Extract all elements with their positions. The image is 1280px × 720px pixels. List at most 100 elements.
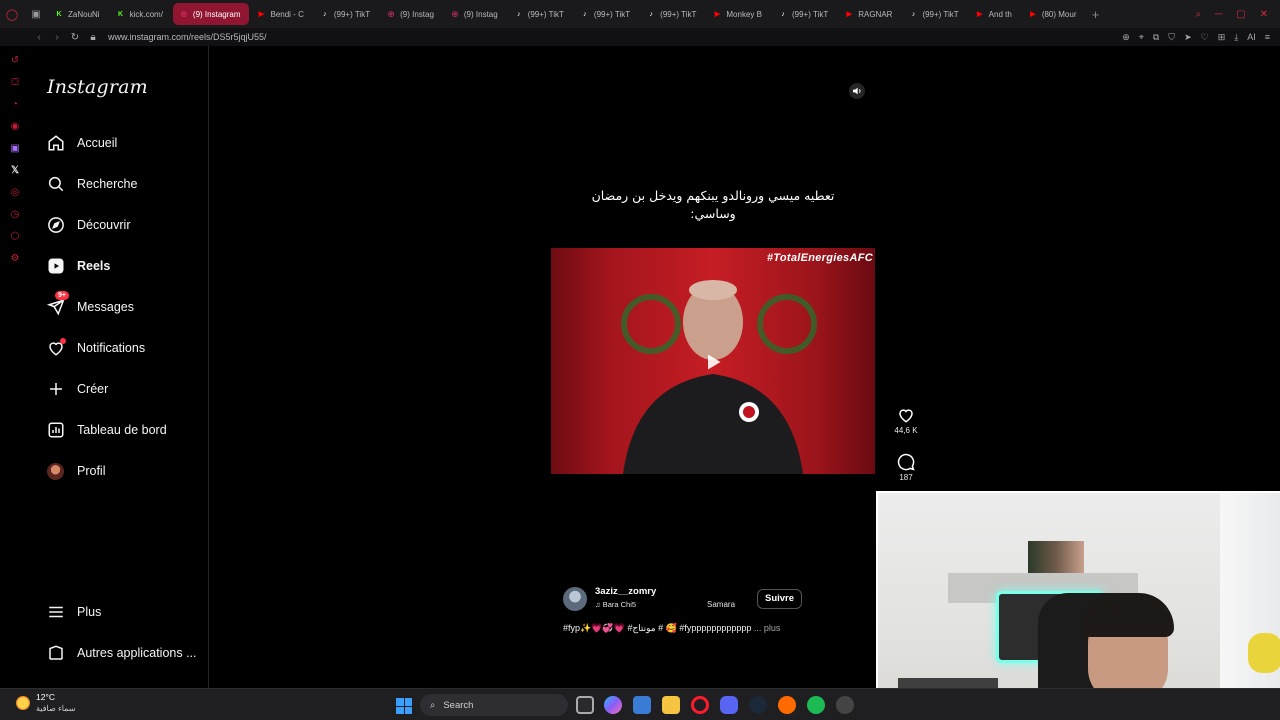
send-icon[interactable]: ➤ [1184,32,1192,43]
shield-icon[interactable]: ⛉ [1168,32,1175,43]
tiktok-icon: ♪ [911,10,916,18]
windows-start-icon[interactable] [396,698,412,714]
nav-create[interactable]: Créer [46,374,108,404]
nav-messages-label: Messages [77,300,134,314]
comment-action[interactable]: 187 [893,453,919,482]
browser-tab[interactable]: ▶ And th [969,3,1020,25]
browser-tab[interactable]: ♪ (99+) TikT [314,3,378,25]
zoom-icon[interactable]: ⊕ [1122,32,1130,43]
comment-icon[interactable] [897,453,915,471]
like-heart-icon[interactable] [897,406,915,424]
kick-icon: K [56,10,62,18]
workspaces-icon[interactable]: ▣ [24,0,48,28]
nav-explore[interactable]: Découvrir [46,210,131,240]
browser-tab-label: RAGNAR [858,9,893,19]
box-icon[interactable]: ⬡ [11,230,20,244]
nav-search[interactable]: Recherche [46,169,137,199]
browser-tab[interactable]: ◎ (9) Instag [444,3,506,25]
taskbar-search[interactable]: ⌕ Search [420,694,568,716]
browser-tab[interactable]: Kkick.com/ [110,3,171,25]
youtube-icon: ▶ [976,11,983,18]
heart-outline-icon[interactable]: ♡ [1201,32,1209,43]
copilot-icon[interactable] [604,696,622,714]
browser-tab[interactable]: ♪ (99+) TikT [508,3,572,25]
pin-icon[interactable]: ⌖ [1139,32,1144,43]
wallet-icon[interactable]: ⊞ [1218,32,1226,43]
browser-tab-label: (80) Mour [1041,9,1077,19]
author-avatar[interactable] [563,587,587,611]
browser-tab-label: (99+) TikT [527,9,564,19]
like-action[interactable]: 44,6 K [893,406,919,435]
opera-menu-icon[interactable]: ◯ [0,0,24,28]
url-field[interactable]: www.instagram.com/reels/DS5r5jqjU55/ [108,32,267,42]
browser-tab[interactable]: ▶ RAGNAR [838,3,900,25]
reel-container[interactable]: تعطيه ميسي ورونالدو يبنكهم ويدخل بن رمضا… [551,73,875,648]
spotify-icon[interactable] [807,696,825,714]
twitch-icon[interactable]: ▣ [10,142,19,156]
browser-tab[interactable]: ♪ (99+) TikT [640,3,704,25]
download-icon[interactable]: ⤓ [1234,32,1238,43]
browser-tab[interactable]: ◎ (9) Instag [380,3,442,25]
game-launcher-icon[interactable] [778,696,796,714]
whatsapp-app-icon[interactable]: ◉ [11,120,20,134]
youtube-icon: ▶ [714,11,721,18]
instagram-logo[interactable]: Instagram [47,76,148,98]
reel-video[interactable]: #TotalEnergiesAFC [551,248,875,474]
browser-tab[interactable]: ▶ Bendi - C [251,3,312,25]
weather-widget[interactable]: 12°C سماء صافية [16,692,76,714]
browser-tab[interactable]: ▶ (80) Mour [1022,3,1085,25]
browser-tab[interactable]: ▶ Monkey B [706,3,770,25]
snapshot-icon[interactable]: ⧉ [1153,32,1159,43]
browser-tab[interactable]: ♪ (99+) TikT [902,3,966,25]
tiktok-icon: ♪ [516,10,521,18]
menu-icon[interactable]: ≡ [1265,32,1270,43]
browser-sidebar: ↺ ⛋ ◔ ◉ ▣ 𝕏 ◎ ◷ ⬡ ⚙ [0,46,30,688]
nav-messages[interactable]: 9+ Messages [46,290,134,322]
browser-tab[interactable]: K ZaNouNi [48,3,108,25]
settings-icon[interactable]: ⚙ [11,252,20,266]
forward-icon[interactable]: › [48,32,66,43]
comment-count: 187 [899,473,913,482]
nav-other-apps[interactable]: Autres applications ... [46,638,197,668]
reload-icon[interactable]: ↻ [66,32,84,43]
nav-reels[interactable]: Reels [46,251,110,281]
task-view-icon[interactable] [576,696,594,714]
file-explorer-icon[interactable] [662,696,680,714]
nav-notifications[interactable]: Notifications [46,333,145,363]
window-controls: ⌕ ─ ▢ ✕ [1195,9,1280,20]
nav-more[interactable]: Plus [46,597,101,627]
nav-dashboard[interactable]: Tableau de bord [46,415,167,445]
opera-gx-icon[interactable] [691,696,709,714]
kick-icon: K [118,10,124,18]
music-label[interactable]: ♫ Bara Chi5 [595,600,636,609]
store-icon[interactable] [633,696,651,714]
sound-icon[interactable] [849,83,865,99]
nav-home[interactable]: Accueil [46,128,117,158]
more-link[interactable]: ... plus [754,623,781,633]
player-icon[interactable]: ◎ [11,186,20,200]
close-window-icon[interactable]: ✕ [1260,9,1268,20]
search-tabs-icon[interactable]: ⌕ [1195,9,1201,20]
history-icon[interactable]: ↺ [11,54,19,68]
messenger-app-icon[interactable]: ◔ [12,98,18,112]
obs-icon[interactable] [836,696,854,714]
browser-tab-label: (99+) TikT [922,9,959,19]
browser-tab[interactable]: ♪ (99+) TikT [574,3,638,25]
new-tab-button[interactable]: + [1085,7,1107,22]
x-twitter-icon[interactable]: 𝕏 [11,164,19,178]
play-icon[interactable] [703,352,723,372]
browser-tab[interactable]: ◎ (9) Instagram [172,3,249,25]
collab-label[interactable]: Samara [707,600,735,609]
minimize-icon[interactable]: ─ [1215,9,1222,20]
author-username[interactable]: 3aziz__zomry [595,586,656,597]
maximize-icon[interactable]: ▢ [1236,9,1245,20]
follow-button[interactable]: Suivre [757,589,803,609]
steam-icon[interactable] [749,696,767,714]
nav-profile[interactable]: Profil [46,456,105,486]
bag-icon[interactable]: ⛋ [11,76,19,90]
aria-ai-button[interactable]: AI [1247,32,1256,43]
discord-icon[interactable] [720,696,738,714]
back-icon[interactable]: ‹ [30,32,48,43]
clock-icon[interactable]: ◷ [11,208,20,222]
browser-tab[interactable]: ♪ (99+) TikT [772,3,836,25]
